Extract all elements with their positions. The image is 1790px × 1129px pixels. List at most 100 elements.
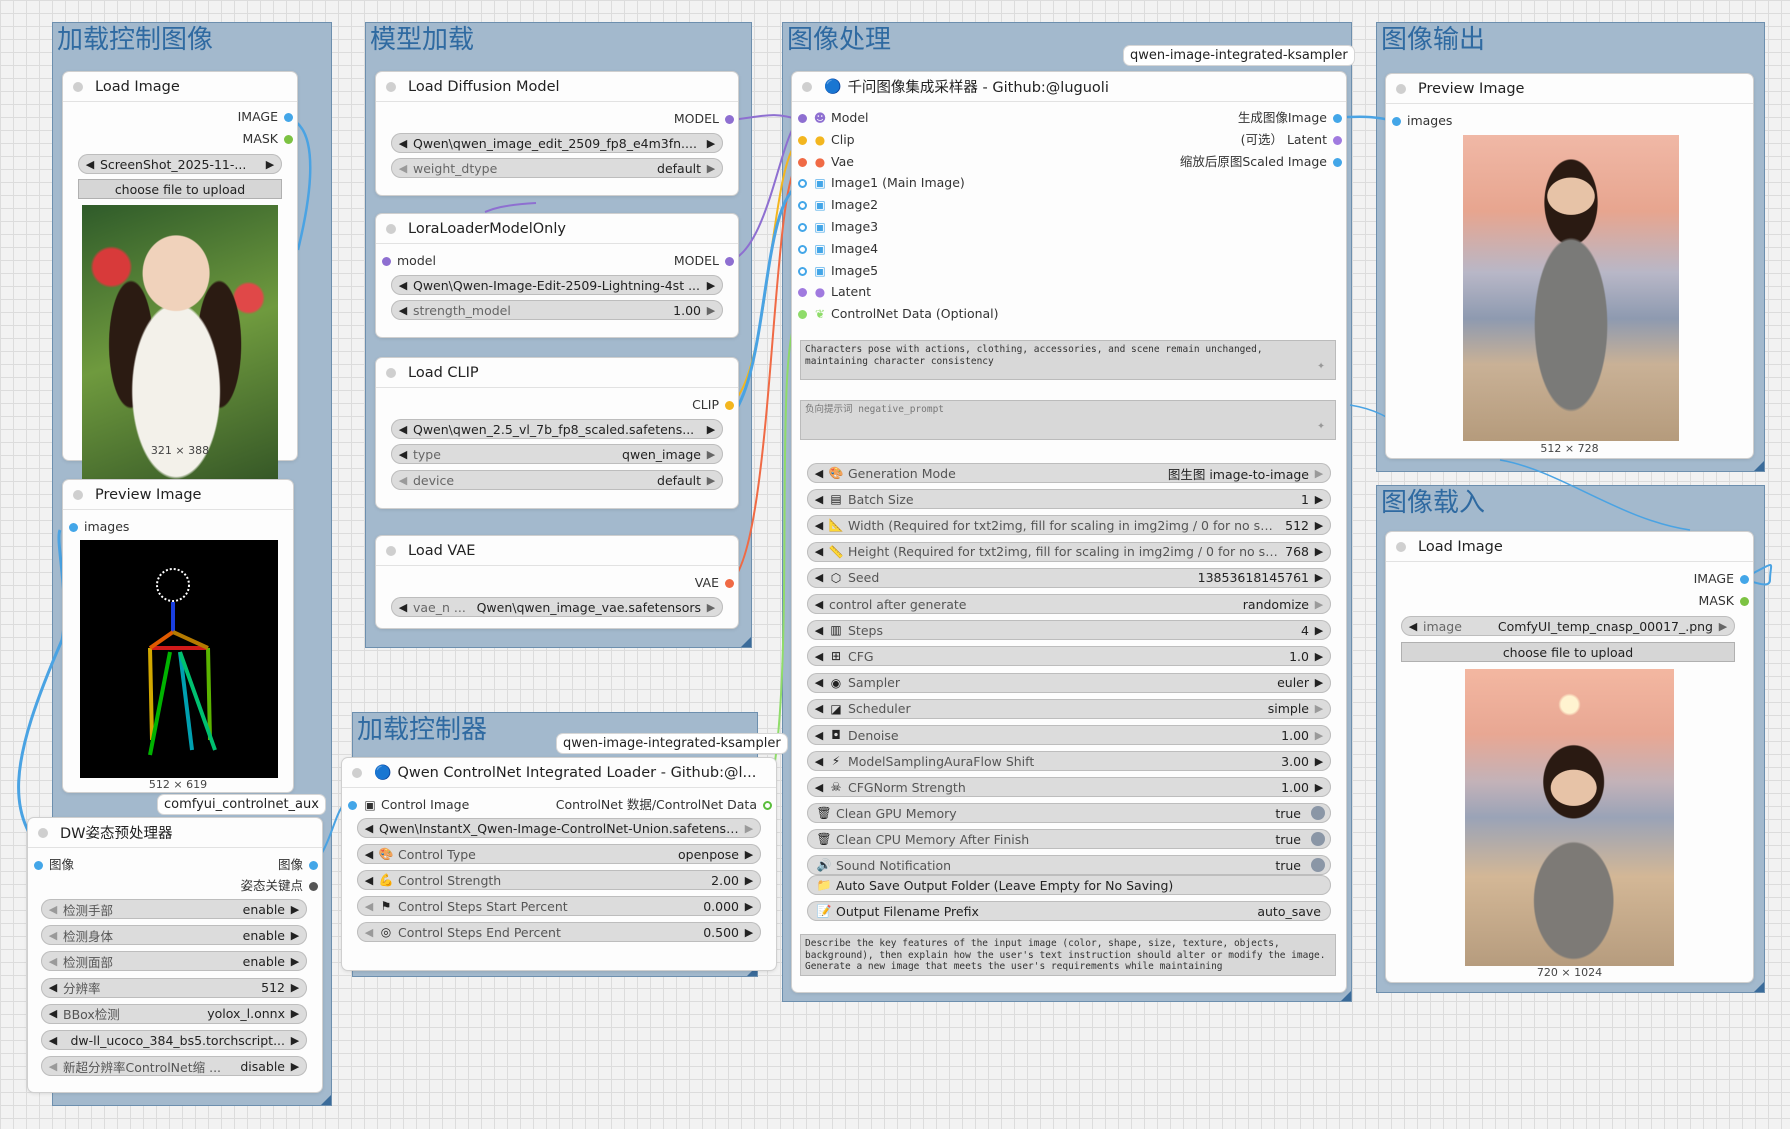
input-image-slot[interactable]: 图像 <box>34 856 74 874</box>
sampler-widget[interactable]: ◀ ⚡ ModelSamplingAuraFlow Shift 3.00 ▶ <box>807 751 1331 772</box>
prev-arrow-icon[interactable]: ◀ <box>363 848 375 861</box>
next-arrow-icon[interactable]: ▶ <box>264 158 276 171</box>
collapse-dot[interactable] <box>386 223 396 234</box>
input-dot[interactable] <box>798 310 807 320</box>
vae-name-select[interactable]: ◀ vae_n ... Qwen\qwen_image_vae.safetensor… <box>391 597 723 617</box>
controlnet-widget[interactable]: ◀ 🎨 Control Type openpose ▶ <box>357 844 761 864</box>
output-clip-slot[interactable]: CLIP <box>692 396 734 414</box>
prev-arrow-icon[interactable]: ◀ <box>813 598 825 611</box>
load-clip-node[interactable]: Load CLIP CLIP ◀ Qwen\qwen_2.5_vl_7b_fp8_… <box>376 358 738 508</box>
input-dot[interactable] <box>382 257 391 266</box>
prev-arrow-icon[interactable]: ◀ <box>813 624 825 637</box>
node-header[interactable]: Load VAE <box>376 536 738 566</box>
next-arrow-icon[interactable]: ▶ <box>289 903 301 916</box>
node-header[interactable]: Preview Image <box>63 480 293 510</box>
prev-arrow-icon[interactable]: ◀ <box>813 545 825 558</box>
input-dot[interactable] <box>798 157 807 167</box>
load-image-node[interactable]: Load Image IMAGE MASK ◀ ScreenShot_2025-1… <box>63 72 297 515</box>
prev-arrow-icon[interactable]: ◀ <box>397 279 409 292</box>
next-arrow-icon[interactable]: ▶ <box>705 137 717 150</box>
output-dot[interactable] <box>1333 114 1342 123</box>
output-dot[interactable] <box>1333 157 1342 167</box>
output-slot[interactable]: 生成图像Image <box>1238 109 1342 127</box>
collapse-dot[interactable] <box>352 767 362 778</box>
prev-arrow-icon[interactable]: ◀ <box>363 822 375 835</box>
group-resize-handle[interactable] <box>1754 982 1764 992</box>
group-resize-handle[interactable] <box>741 637 751 647</box>
output-keypoints-slot[interactable]: 姿态关键点 <box>240 877 318 895</box>
input-images-slot[interactable]: images <box>69 518 129 536</box>
sampler-widget[interactable]: ◀ control after generate randomize ▶ <box>807 594 1331 614</box>
output-model-slot[interactable]: MODEL <box>674 252 734 270</box>
output-filename-prefix-input[interactable]: 📝 Output Filename Prefix auto_save <box>807 901 1331 921</box>
next-arrow-icon[interactable]: ▶ <box>705 448 717 461</box>
sampler-widget[interactable]: ◀ ◘ Denoise 1.00 ▶ <box>807 725 1331 745</box>
collapse-dot[interactable] <box>73 489 83 500</box>
lora-loader-node[interactable]: LoraLoaderModelOnly model MODEL ◀ Qwen\Qw… <box>376 214 738 337</box>
prev-arrow-icon[interactable]: ◀ <box>397 162 409 175</box>
prev-arrow-icon[interactable]: ◀ <box>47 1060 59 1073</box>
prev-arrow-icon[interactable]: ◀ <box>397 137 409 150</box>
node-header[interactable]: 🔵 Qwen ControlNet Integrated Loader - Git… <box>342 758 776 788</box>
prev-arrow-icon[interactable]: ◀ <box>813 781 825 794</box>
next-arrow-icon[interactable]: ▶ <box>289 981 301 994</box>
input-slot[interactable]: ▣ Image1 (Main Image) <box>798 174 965 192</box>
sparkle-icon[interactable]: ✦ <box>1317 419 1325 431</box>
output-slot[interactable]: 缩放后原图Scaled Image <box>1180 153 1342 171</box>
prev-arrow-icon[interactable]: ◀ <box>813 676 825 689</box>
prev-arrow-icon[interactable]: ◀ <box>813 571 825 584</box>
input-slot[interactable]: ▣ Image4 <box>798 240 878 258</box>
next-arrow-icon[interactable]: ▶ <box>1313 702 1325 715</box>
sampler-widget[interactable]: ◀ ⊞ CFG 1.0 ▶ <box>807 646 1331 667</box>
output-image-slot[interactable]: 图像 <box>278 856 318 874</box>
collapse-dot[interactable] <box>386 545 396 556</box>
output-dot[interactable] <box>725 115 734 124</box>
sampler-toggle[interactable]: 🔊 Sound Notification true <box>807 855 1331 875</box>
prev-arrow-icon[interactable]: ◀ <box>397 601 409 614</box>
next-arrow-icon[interactable]: ▶ <box>1313 598 1325 611</box>
strength-model-input[interactable]: ◀ strength_model 1.00 ▶ <box>391 300 723 320</box>
prev-arrow-icon[interactable]: ◀ <box>813 467 825 480</box>
prev-arrow-icon[interactable]: ◀ <box>813 755 825 768</box>
prev-arrow-icon[interactable]: ◀ <box>397 423 409 436</box>
controlnet-loader-node[interactable]: 🔵 Qwen ControlNet Integrated Loader - Git… <box>342 758 776 970</box>
output-slot[interactable]: (可选） Latent <box>1241 131 1342 149</box>
collapse-dot[interactable] <box>802 81 812 92</box>
upload-button[interactable]: choose file to upload <box>78 179 282 199</box>
sampler-widget[interactable]: ◀ ☠ CFGNorm Strength 1.00 ▶ <box>807 777 1331 798</box>
input-dot[interactable] <box>798 135 807 145</box>
next-arrow-icon[interactable]: ▶ <box>1313 467 1325 480</box>
input-slot[interactable]: ● Clip <box>798 131 855 149</box>
node-header[interactable]: Load Image <box>1386 532 1753 562</box>
next-arrow-icon[interactable]: ▶ <box>289 955 301 968</box>
toggle-knob[interactable] <box>1311 858 1325 872</box>
clip-type-select[interactable]: ◀ type qwen_image ▶ <box>391 444 723 464</box>
next-arrow-icon[interactable]: ▶ <box>743 822 755 835</box>
next-arrow-icon[interactable]: ▶ <box>743 900 755 913</box>
toggle-knob[interactable] <box>1311 806 1325 820</box>
prev-arrow-icon[interactable]: ◀ <box>84 158 96 171</box>
node-header[interactable]: DW姿态预处理器 <box>28 818 322 848</box>
next-arrow-icon[interactable]: ▶ <box>289 1007 301 1020</box>
collapse-dot[interactable] <box>386 81 396 92</box>
input-dot[interactable] <box>798 266 807 276</box>
input-dot[interactable] <box>348 801 357 810</box>
next-arrow-icon[interactable]: ▶ <box>1313 545 1325 558</box>
dw-widget[interactable]: ◀ 新超分辨率ControlNet缩 ... disable ▶ <box>41 1056 307 1077</box>
input-dot[interactable] <box>798 114 807 123</box>
controlnet-widget[interactable]: ◀ 💪 Control Strength 2.00 ▶ <box>357 870 761 890</box>
next-arrow-icon[interactable]: ▶ <box>705 162 717 175</box>
output-dot[interactable] <box>284 135 293 144</box>
preview-image-output-node[interactable]: Preview Image images 512 × 728 <box>1386 74 1753 458</box>
system-prompt-textarea[interactable]: Describe the key features of the input i… <box>800 934 1336 976</box>
prev-arrow-icon[interactable]: ◀ <box>813 519 825 532</box>
weight-dtype-select[interactable]: ◀ weight_dtype default ▶ <box>391 158 723 178</box>
dw-widget[interactable]: ◀ 检测手部 enable ▶ <box>41 899 307 919</box>
next-arrow-icon[interactable]: ▶ <box>1313 519 1325 532</box>
input-dot[interactable] <box>798 244 807 254</box>
input-slot[interactable]: ● Vae <box>798 153 854 171</box>
next-arrow-icon[interactable]: ▶ <box>1313 676 1325 689</box>
collapse-dot[interactable] <box>386 367 396 378</box>
collapse-dot[interactable] <box>1396 541 1406 552</box>
group-resize-handle[interactable] <box>1341 991 1351 1001</box>
